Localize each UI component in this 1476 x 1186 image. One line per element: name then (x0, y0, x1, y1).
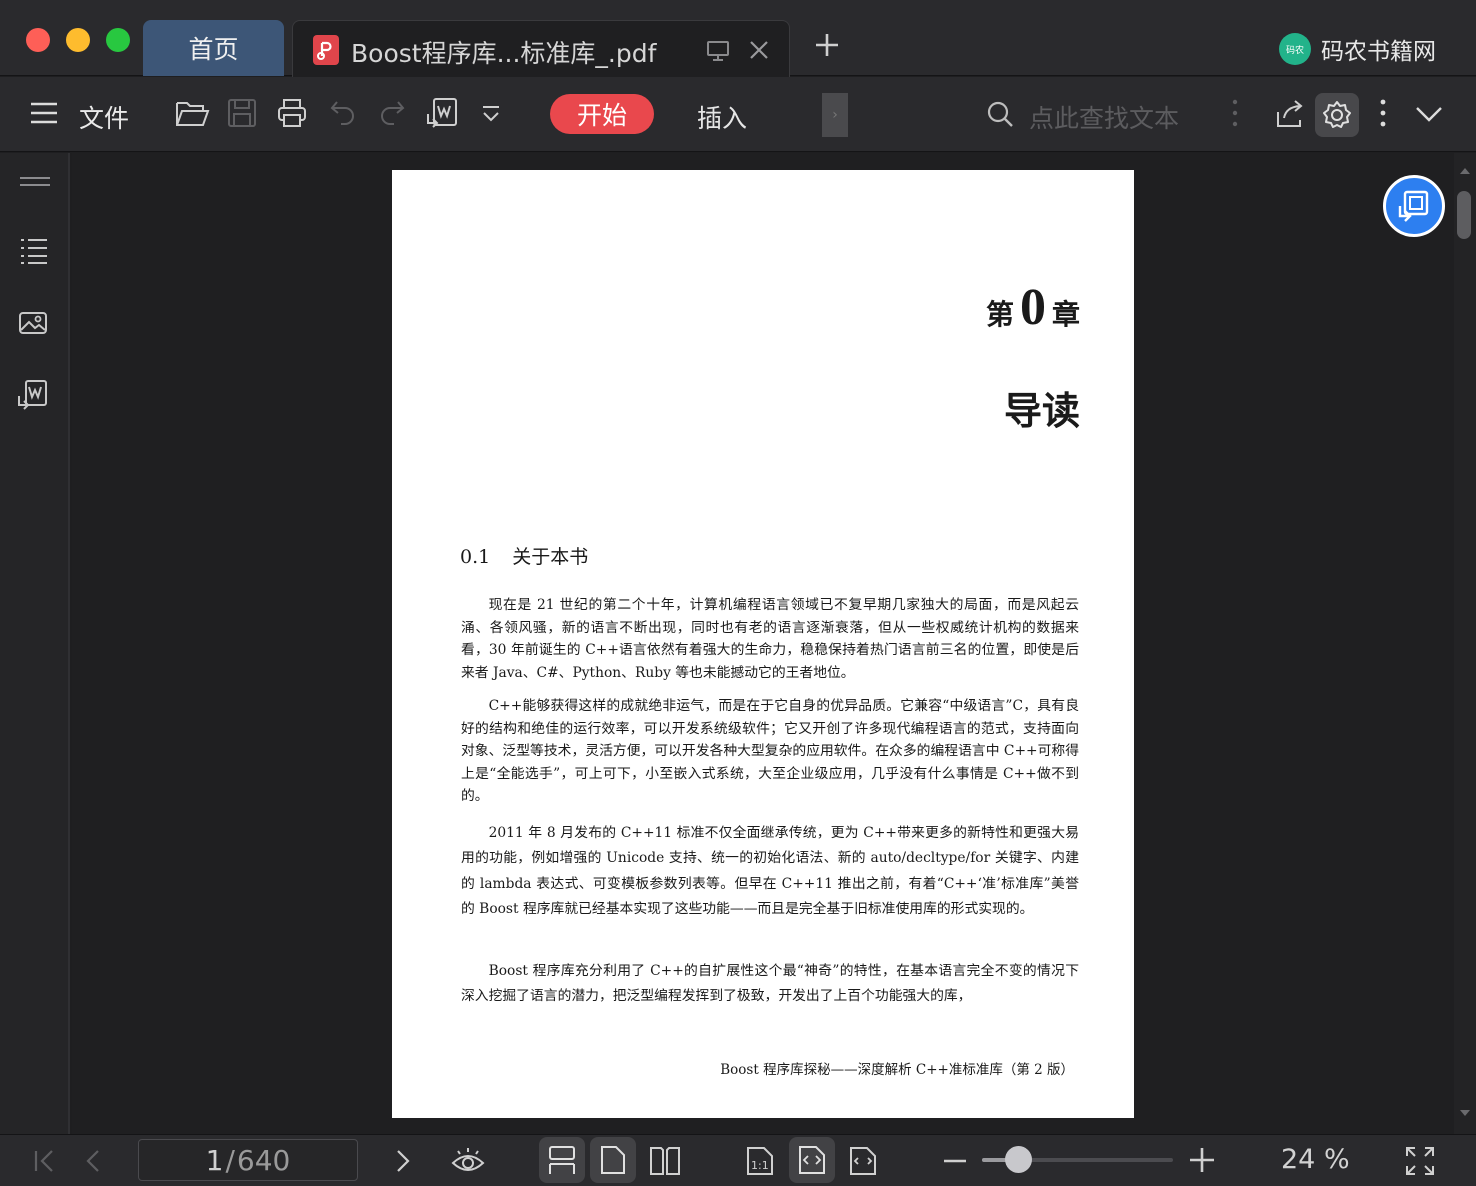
chapter-prefix: 第 (985, 298, 1014, 331)
brand-logo: 码农 (1279, 33, 1311, 65)
maximize-window-button[interactable] (106, 28, 130, 52)
pdf-to-word-icon[interactable] (425, 96, 459, 130)
close-tab-icon[interactable] (748, 39, 770, 61)
tabs-scroll-right[interactable]: › (822, 93, 848, 137)
total-pages: 640 (236, 1143, 291, 1177)
kebab-icon[interactable] (1226, 97, 1244, 131)
scroll-up-icon[interactable] (1459, 167, 1471, 175)
fit-width-icon[interactable] (848, 1145, 878, 1177)
single-page-button[interactable] (590, 1137, 636, 1183)
page-separator: / (225, 1143, 235, 1177)
tab-home[interactable]: 首页 (143, 20, 284, 76)
toolbar: 文件 开始 插入 › 点此查找文本 (0, 77, 1476, 152)
section-number: 0.1 (460, 546, 491, 568)
section-heading: 0.1 关于本书 (460, 542, 588, 569)
open-folder-icon[interactable] (174, 97, 210, 129)
close-window-button[interactable] (26, 28, 50, 52)
undo-icon[interactable] (329, 98, 357, 126)
more-tools-dropdown-icon[interactable] (480, 105, 502, 125)
paragraph: 2011 年 8 月发布的 C++11 标准不仅全面继承传统，更为 C++带来更… (461, 825, 1079, 918)
file-menu[interactable]: 文件 (79, 99, 129, 135)
first-page-icon[interactable] (33, 1149, 57, 1173)
gear-icon (1322, 100, 1352, 130)
zoom-slider-handle[interactable] (1005, 1146, 1032, 1173)
previous-page-icon[interactable] (83, 1149, 103, 1173)
actual-size-icon[interactable]: 1:1 (745, 1145, 775, 1177)
pdf-file-icon (313, 35, 339, 65)
chapter-number: 0 (1019, 279, 1046, 336)
paragraph: 现在是 21 世纪的第二个十年，计算机编程语言领域已不复早期几家独大的局面，而是… (461, 597, 1079, 681)
search-input[interactable]: 点此查找文本 (1029, 99, 1179, 135)
menu-icon[interactable] (29, 101, 59, 125)
current-page: 1 (205, 1143, 224, 1177)
image-icon[interactable] (18, 309, 48, 337)
zoom-level[interactable]: 24 % (1281, 1144, 1350, 1175)
chapter-heading: 第 0 章 (986, 278, 1080, 337)
left-sidebar (0, 153, 70, 1134)
new-tab-icon[interactable] (812, 30, 842, 60)
zoom-out-icon[interactable] (942, 1149, 968, 1173)
page-number-input[interactable]: 1/640 (138, 1139, 358, 1181)
scrollbar-thumb[interactable] (1457, 191, 1471, 239)
svg-text:1:1: 1:1 (751, 1159, 769, 1172)
outline-list-icon[interactable] (19, 237, 49, 265)
monitor-icon[interactable] (706, 40, 730, 62)
eye-protection-icon[interactable] (450, 1145, 486, 1177)
chevron-right-icon: › (832, 107, 838, 123)
thumbnails-icon[interactable] (18, 173, 52, 191)
brand[interactable]: 码农 码农书籍网 (1279, 32, 1436, 66)
tab-home-label: 首页 (188, 35, 239, 64)
share-icon[interactable] (1275, 98, 1305, 130)
scroll-down-icon[interactable] (1459, 1109, 1471, 1117)
paragraph: C++能够获得这样的成就绝非运气，而是在于它自身的优异品质。它兼容“中级语言”C… (461, 698, 1079, 804)
save-icon[interactable] (226, 97, 258, 129)
convert-document-icon[interactable] (17, 379, 49, 411)
collapse-toolbar-icon[interactable] (1414, 103, 1444, 125)
fullscreen-icon[interactable] (1404, 1145, 1436, 1177)
vertical-scrollbar[interactable] (1454, 153, 1476, 1134)
page-footer: Boost 程序库探秘——深度解析 C++准标准库（第 2 版） (720, 1062, 1074, 1078)
paragraph: Boost 程序库充分利用了 C++的自扩展性这个最“神奇”的特性，在基本语言完… (461, 963, 1079, 1005)
fit-page-button[interactable] (789, 1137, 835, 1183)
chapter-title: 导读 (1003, 389, 1080, 433)
two-page-icon[interactable] (649, 1146, 681, 1176)
section-title: 关于本书 (512, 546, 589, 568)
search-icon[interactable] (986, 100, 1014, 128)
convert-float-button[interactable] (1383, 175, 1445, 237)
zoom-in-icon[interactable] (1188, 1146, 1216, 1174)
tab-document[interactable]: Boost程序库...标准库_.pdf (292, 20, 790, 77)
next-page-icon[interactable] (393, 1149, 413, 1173)
title-bar: 首页 Boost程序库...标准库_.pdf 码农 码农书籍网 (0, 0, 1476, 77)
redo-icon[interactable] (378, 98, 406, 126)
fit-page-icon (797, 1144, 827, 1176)
minimize-window-button[interactable] (66, 28, 90, 52)
tab-document-label: Boost程序库...标准库_.pdf (351, 39, 657, 68)
single-page-icon (599, 1144, 627, 1176)
tab-start-label: 开始 (576, 101, 627, 130)
pdf-convert-icon (1397, 189, 1431, 223)
tab-start[interactable]: 开始 (550, 94, 654, 134)
chapter-suffix: 章 (1051, 298, 1080, 331)
print-icon[interactable] (276, 97, 308, 129)
brand-name: 码农书籍网 (1321, 39, 1436, 65)
continuous-view-icon (547, 1145, 577, 1175)
continuous-scroll-button[interactable] (539, 1137, 585, 1183)
status-bar: 1/640 1:1 24 % (0, 1134, 1476, 1186)
settings-button[interactable] (1315, 93, 1359, 137)
pdf-page[interactable]: 第 0 章 导读 0.1 关于本书 现在是 21 世纪的第二个十年，计算机编程语言… (392, 170, 1134, 1118)
tab-insert[interactable]: 插入 (697, 99, 747, 135)
more-options-icon[interactable] (1374, 97, 1392, 131)
